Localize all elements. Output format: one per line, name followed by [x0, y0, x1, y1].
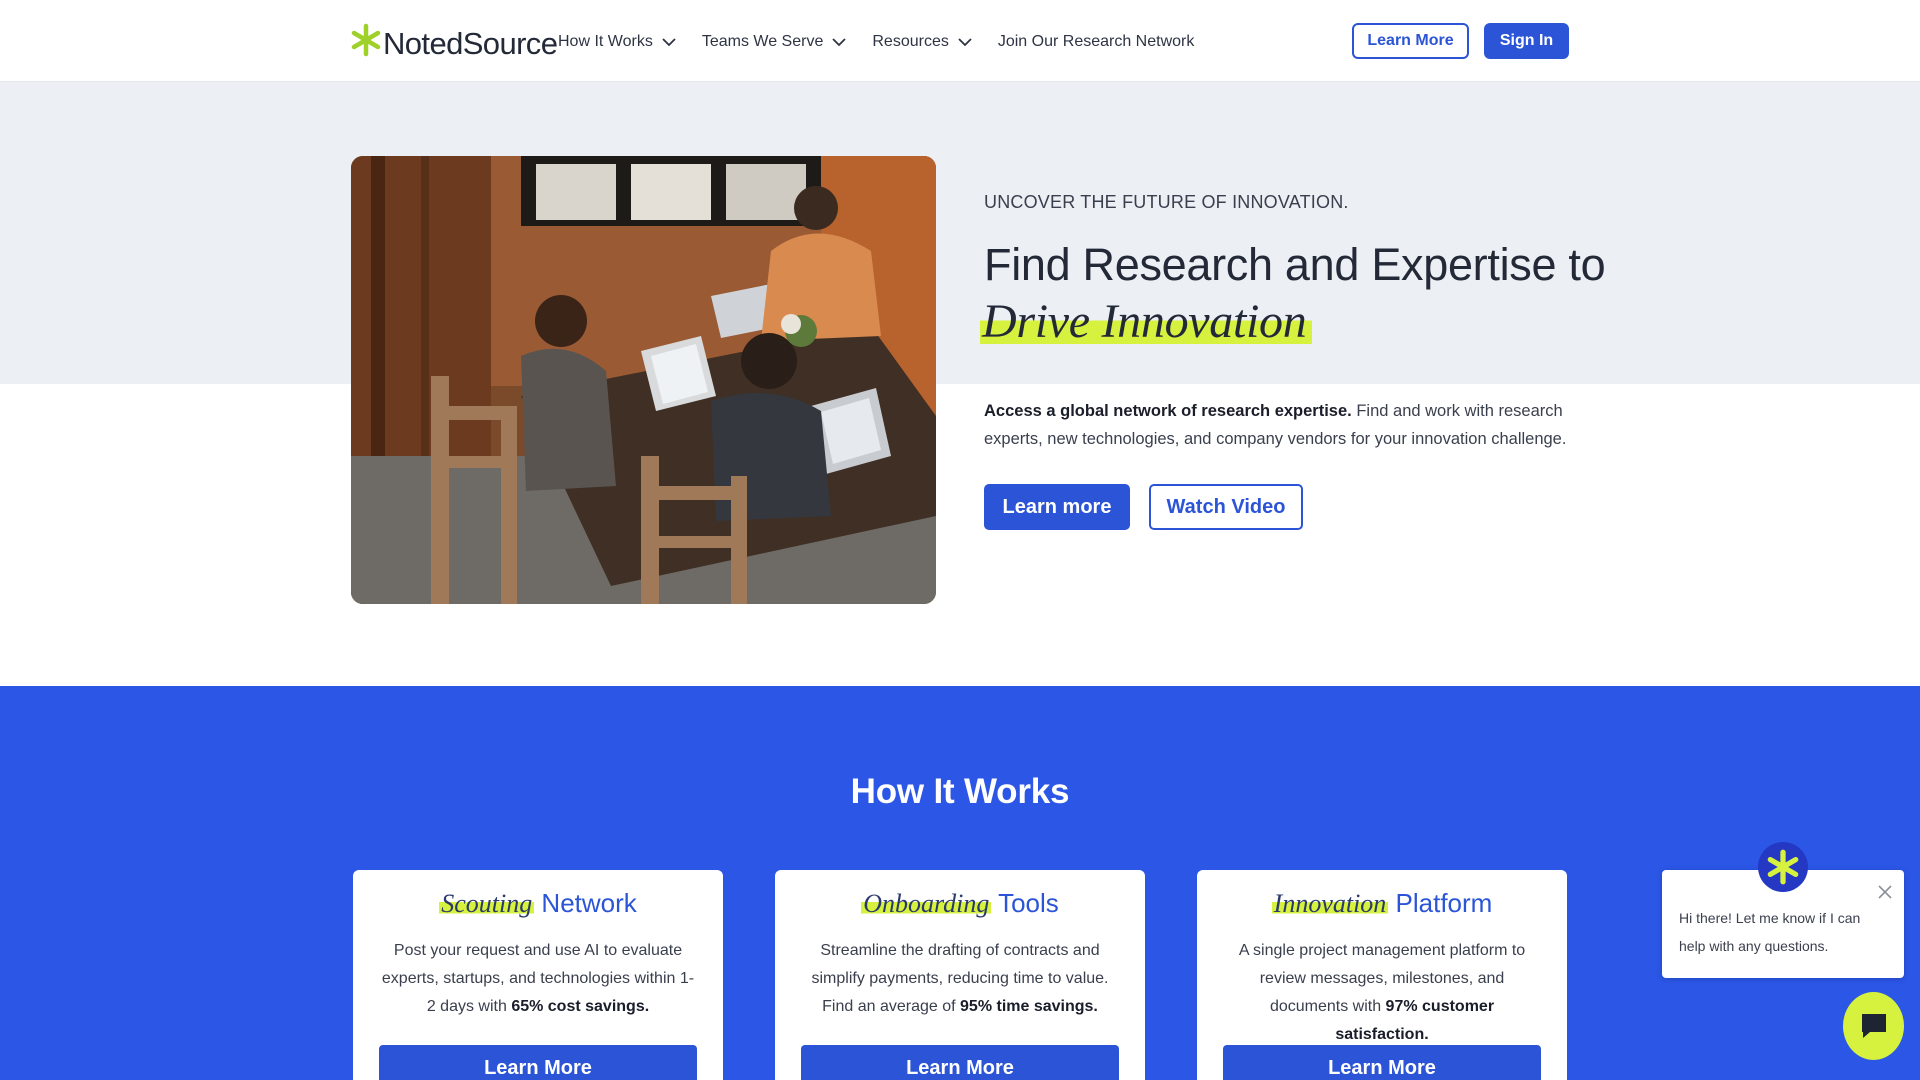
- brand-logo[interactable]: NotedSource: [351, 18, 558, 62]
- nav-label: Join Our Research Network: [997, 33, 1195, 50]
- nav-label: Teams We Serve: [701, 33, 824, 50]
- card-title: Innovation Platform: [1197, 888, 1567, 919]
- headline-emphasis: Drive Innovation: [980, 295, 1313, 348]
- card-title-emphasis: Scouting: [439, 889, 535, 918]
- nav-resources[interactable]: Resources: [872, 33, 972, 51]
- header-learn-more-button[interactable]: Learn More: [1352, 23, 1469, 59]
- card-description-bold: 95% time savings.: [960, 998, 1098, 1015]
- chat-icon: [1861, 1014, 1886, 1038]
- card-onboarding-tools: Onboarding Tools Streamline the drafting…: [775, 870, 1145, 1080]
- logo-star-icon: [351, 23, 381, 57]
- card-learn-more-button[interactable]: Learn More: [801, 1045, 1119, 1080]
- watch-video-button[interactable]: Watch Video: [1149, 484, 1303, 530]
- chevron-down-icon: [958, 37, 972, 46]
- card-description-bold: 65% cost savings.: [511, 998, 650, 1015]
- card-title: Onboarding Tools: [775, 888, 1145, 919]
- hero-learn-more-button[interactable]: Learn more: [984, 484, 1130, 530]
- card-learn-more-button[interactable]: Learn More: [379, 1045, 697, 1080]
- close-icon[interactable]: [1877, 884, 1893, 900]
- team-working-illustration: [351, 156, 936, 604]
- hero-headline: Find Research and Expertise to Drive Inn…: [980, 236, 1606, 350]
- how-it-works-section: How It Works Scouting Network Post your …: [0, 686, 1920, 1080]
- site-header: NotedSource How It Works Teams We Serve …: [0, 0, 1920, 82]
- card-scouting-network: Scouting Network Post your request and u…: [353, 870, 723, 1080]
- assistant-avatar-icon: [1758, 842, 1808, 892]
- card-title-rest: Platform: [1388, 888, 1493, 918]
- hero-eyebrow: UNCOVER THE FUTURE OF INNOVATION.: [984, 192, 1349, 212]
- hero-background: [0, 82, 1920, 384]
- sign-in-button[interactable]: Sign In: [1484, 23, 1569, 59]
- chat-launcher-button[interactable]: [1843, 992, 1904, 1060]
- hero-description-bold: Access a global network of research expe…: [984, 402, 1352, 420]
- nav-how-it-works[interactable]: How It Works: [558, 33, 676, 51]
- chevron-down-icon: [832, 37, 846, 46]
- card-title-emphasis: Onboarding: [861, 889, 992, 918]
- nav-join-research-network[interactable]: Join Our Research Network: [998, 33, 1195, 51]
- card-title: Scouting Network: [353, 888, 723, 919]
- card-description: Streamline the drafting of contracts and…: [800, 937, 1120, 1021]
- main-nav: How It Works Teams We Serve Resources Jo…: [558, 33, 1220, 51]
- hero-team-photo: [351, 156, 936, 604]
- headline-line-1: Find Research and Expertise to: [984, 239, 1606, 290]
- logo-star-icon: [1767, 849, 1799, 885]
- chevron-down-icon: [662, 37, 676, 46]
- nav-teams-we-serve[interactable]: Teams We Serve: [702, 33, 847, 51]
- card-description: Post your request and use AI to evaluate…: [378, 937, 698, 1021]
- nav-label: How It Works: [558, 33, 653, 50]
- chat-message: Hi there! Let me know if I can help with…: [1679, 910, 1861, 954]
- section-title: How It Works: [850, 772, 1070, 811]
- card-title-rest: Tools: [991, 888, 1059, 918]
- nav-label: Resources: [872, 33, 949, 50]
- card-learn-more-button[interactable]: Learn More: [1223, 1045, 1541, 1080]
- card-innovation-platform: Innovation Platform A single project man…: [1197, 870, 1567, 1080]
- card-title-emphasis: Innovation: [1271, 889, 1389, 918]
- card-title-rest: Network: [534, 888, 637, 918]
- card-description: A single project management platform to …: [1222, 937, 1542, 1049]
- brand-name: NotedSource: [383, 26, 558, 61]
- hero-description: Access a global network of research expe…: [984, 397, 1574, 453]
